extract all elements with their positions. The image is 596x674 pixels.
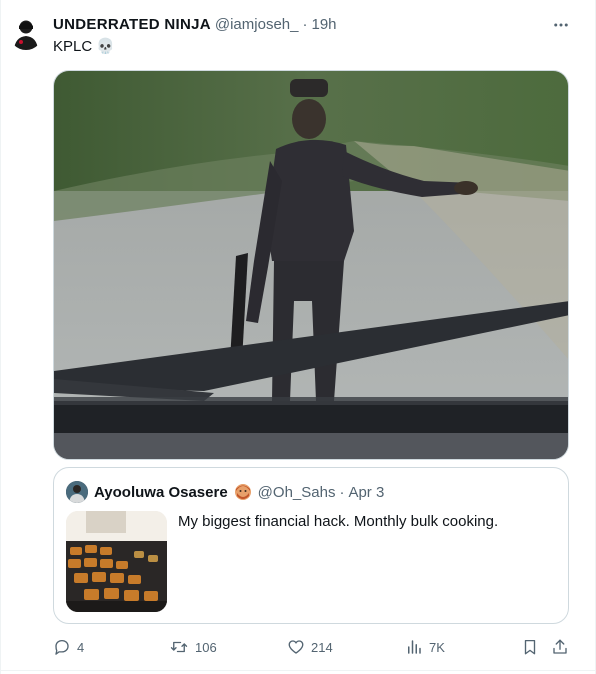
tweet-text-body: KPLC (53, 38, 93, 55)
more-icon[interactable] (545, 14, 577, 36)
author-avatar[interactable] (9, 16, 43, 50)
quoted-text: My biggest financial hack. Monthly bulk … (178, 513, 499, 530)
quoted-header: Ayooluwa Osasere @Oh_Sahs · Apr 3 (94, 482, 384, 502)
author-handle[interactable]: @iamjoseh_ (215, 16, 299, 33)
quoted-author-handle[interactable]: @Oh_Sahs (258, 484, 336, 501)
tweet-timestamp[interactable]: 19h (311, 16, 336, 33)
views-button[interactable]: 7K (405, 636, 445, 658)
share-button[interactable] (551, 636, 569, 658)
quoted-date[interactable]: Apr 3 (348, 484, 384, 501)
bookmark-icon (521, 638, 539, 656)
author-name[interactable]: UNDERRATED NINJA (53, 16, 211, 33)
tweet-header: UNDERRATED NINJA @iamjoseh_ · 19h (53, 14, 337, 34)
like-icon (287, 638, 305, 656)
quoted-media-thumbnail[interactable] (66, 511, 167, 612)
share-icon (551, 638, 569, 656)
reply-button[interactable]: 4 (53, 636, 84, 658)
reply-count: 4 (77, 639, 85, 655)
retweet-count: 106 (195, 639, 217, 655)
separator-dot: · (302, 15, 308, 33)
bearded-face-icon (234, 483, 252, 501)
like-count: 214 (311, 639, 333, 655)
views-count: 7K (429, 639, 445, 655)
like-button[interactable]: 214 (287, 636, 333, 658)
quoted-author-name[interactable]: Ayooluwa Osasere (94, 484, 228, 501)
retweet-button[interactable]: 106 (169, 636, 217, 658)
tweet-media[interactable] (53, 70, 569, 460)
tweet-divider (1, 670, 596, 671)
tweet-actions: 4 106 214 7K (53, 636, 573, 658)
quoted-author-avatar[interactable] (66, 481, 88, 503)
retweet-icon (169, 638, 189, 656)
reply-icon (53, 638, 71, 656)
skull-emoji: 💀 (96, 38, 115, 55)
tweet-text: KPLC 💀 (53, 37, 115, 57)
bookmark-button[interactable] (521, 636, 539, 658)
separator-dot: · (339, 483, 345, 501)
media-photo (54, 71, 568, 459)
quoted-tweet[interactable]: Ayooluwa Osasere @Oh_Sahs · Apr 3 My big… (53, 467, 569, 624)
views-icon (405, 638, 423, 656)
tweet[interactable]: UNDERRATED NINJA @iamjoseh_ · 19h KPLC 💀 (0, 0, 596, 674)
